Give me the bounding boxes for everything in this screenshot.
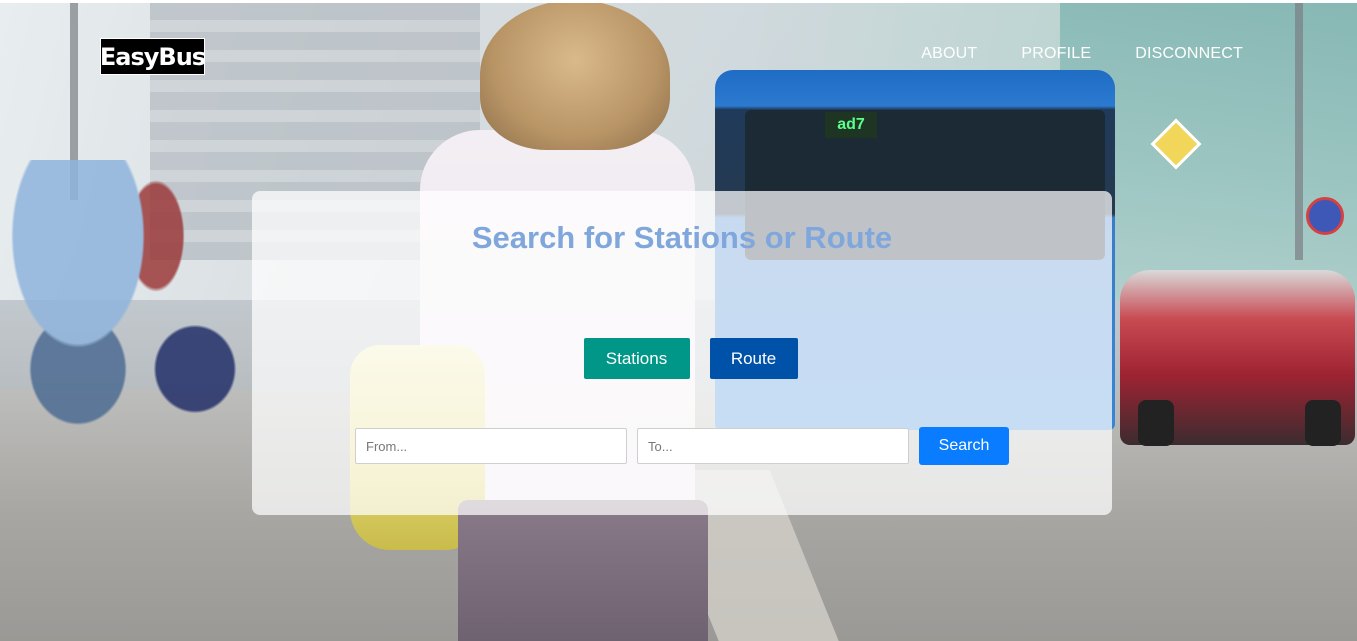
main-nav: ABOUT PROFILE DISCONNECT	[921, 45, 1243, 63]
search-panel: Search for Stations or Route Stations Ro…	[252, 191, 1112, 515]
background-bus-sign: ad7	[825, 112, 877, 138]
route-button[interactable]: Route	[709, 338, 798, 379]
search-form: Search	[355, 427, 1009, 465]
from-input[interactable]	[355, 428, 627, 464]
background-pedestrians	[0, 160, 260, 540]
background-pole-right	[1295, 0, 1303, 260]
mode-toggle-group: Stations Route	[252, 338, 1112, 379]
background-woman-hair	[480, 0, 670, 150]
page: ad7 EasyBus ABOUT PROFILE DISCONNECT Sea…	[0, 0, 1357, 641]
top-border	[0, 0, 1357, 3]
background-woman-pants	[458, 500, 708, 641]
background-car	[1120, 270, 1355, 446]
nav-disconnect-link[interactable]: DISCONNECT	[1135, 45, 1243, 63]
panel-title: Search for Stations or Route	[471, 220, 893, 255]
to-input[interactable]	[637, 428, 909, 464]
nav-profile-link[interactable]: PROFILE	[1021, 45, 1091, 63]
logo[interactable]: EasyBus	[100, 38, 206, 75]
search-button[interactable]: Search	[919, 427, 1009, 465]
car-wheel	[1138, 400, 1174, 446]
nav-about-link[interactable]: ABOUT	[921, 45, 977, 63]
stations-button[interactable]: Stations	[583, 338, 690, 379]
car-wheel	[1305, 400, 1341, 446]
road-sign-round	[1306, 197, 1344, 235]
